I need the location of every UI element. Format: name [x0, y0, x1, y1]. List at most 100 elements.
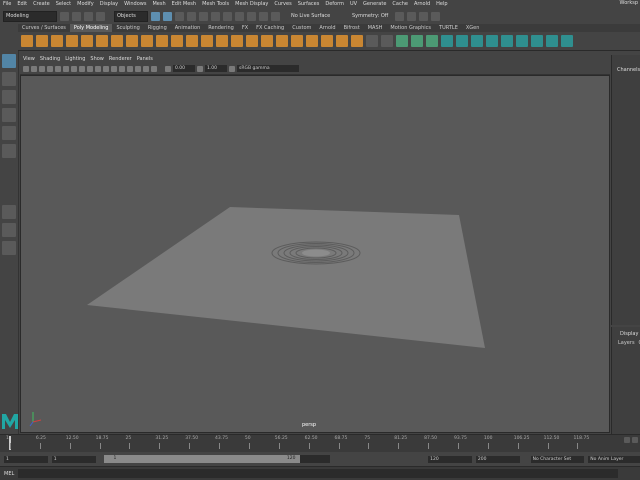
shelf-tab-custom[interactable]: Custom — [288, 24, 315, 32]
resolution-gate-icon[interactable] — [71, 65, 77, 72]
shelf-sew-uv-icon[interactable] — [501, 35, 513, 47]
shelf-mirror-icon[interactable] — [231, 35, 243, 47]
ambient-occlusion-icon[interactable] — [135, 65, 141, 72]
menu-file[interactable]: File — [3, 1, 11, 7]
shelf-normalize-icon[interactable] — [516, 35, 528, 47]
shelf-unfold-icon[interactable] — [396, 35, 408, 47]
shelf-tab-arnold[interactable]: Arnold — [315, 24, 339, 32]
shelf-quadrangulate-icon[interactable] — [381, 35, 393, 47]
select-tool-icon[interactable] — [2, 54, 16, 68]
channel-box-icon[interactable] — [431, 11, 440, 21]
shelf-plane-icon[interactable] — [96, 35, 108, 47]
grid-toggle-icon[interactable] — [55, 65, 61, 72]
shelf-tab-bifrost[interactable]: Bifrost — [340, 24, 364, 32]
shelf-tab-fx[interactable]: FX — [238, 24, 252, 32]
lasso-tool-icon[interactable] — [2, 72, 16, 86]
menu-surfaces[interactable]: Surfaces — [298, 1, 320, 7]
shelf-disc-icon[interactable] — [111, 35, 123, 47]
lights-icon[interactable] — [103, 65, 109, 72]
xray-icon[interactable] — [119, 65, 125, 72]
snap-point-icon[interactable] — [211, 11, 220, 21]
color-management-icon[interactable] — [229, 65, 235, 72]
menu-mesh-display[interactable]: Mesh Display — [235, 1, 268, 7]
shelf-uv-editor-icon[interactable] — [456, 35, 468, 47]
scale-tool-icon[interactable] — [2, 144, 16, 158]
folder-icon[interactable] — [60, 11, 69, 21]
character-set-dropdown[interactable]: No Character Set — [530, 455, 585, 463]
shelf-camera-uv-icon[interactable] — [441, 35, 453, 47]
shelf-center-pivot-icon[interactable] — [321, 35, 333, 47]
menu-windows[interactable]: Windows — [124, 1, 146, 7]
shelf-cone-icon[interactable] — [66, 35, 78, 47]
menu-display[interactable]: Display — [100, 1, 118, 7]
undo-icon[interactable] — [84, 11, 93, 21]
channels-title[interactable]: Channels — [612, 55, 640, 73]
shelf-orient-icon[interactable] — [531, 35, 543, 47]
render-icon[interactable] — [235, 11, 244, 21]
wireframe-icon[interactable] — [79, 65, 85, 72]
viewport-menu-renderer[interactable]: Renderer — [109, 56, 132, 62]
menu-mesh[interactable]: Mesh — [152, 1, 165, 7]
snap-grid-icon[interactable] — [187, 11, 196, 21]
symmetry-dropdown[interactable]: Symmetry: Off — [350, 12, 392, 21]
move-tool-icon[interactable] — [2, 108, 16, 122]
menu-arnold[interactable]: Arnold — [414, 1, 430, 7]
shelf-layout-icon[interactable] — [471, 35, 483, 47]
outliner-layout-icon[interactable] — [2, 241, 16, 255]
animation-start-field[interactable]: 1 — [4, 455, 48, 463]
shelf-unitize-icon[interactable] — [546, 35, 558, 47]
shelf-tab-mash[interactable]: MASH — [364, 24, 387, 32]
animation-end-field[interactable]: 200 — [475, 455, 520, 463]
film-gate-icon[interactable] — [63, 65, 69, 72]
go-to-start-icon[interactable] — [624, 437, 630, 443]
smooth-shade-icon[interactable] — [87, 65, 93, 72]
menu-generate[interactable]: Generate — [363, 1, 386, 7]
camera-attributes-icon[interactable] — [31, 65, 37, 72]
shelf-tab-fx-caching[interactable]: FX Caching — [252, 24, 288, 32]
shelf-target-weld-icon[interactable] — [306, 35, 318, 47]
bookmark-icon[interactable] — [39, 65, 45, 72]
menu-deform[interactable]: Deform — [325, 1, 344, 7]
menu-uv[interactable]: UV — [350, 1, 357, 7]
tool-settings-icon[interactable] — [419, 11, 428, 21]
perspective-viewport[interactable] — [20, 75, 610, 433]
mode-selector[interactable]: Modeling — [3, 10, 57, 22]
paint-select-tool-icon[interactable] — [2, 90, 16, 104]
workspace-label[interactable]: Worksp — [620, 0, 638, 6]
shelf-tab-animation[interactable]: Animation — [171, 24, 205, 32]
menu-edit-mesh[interactable]: Edit Mesh — [172, 1, 196, 7]
single-pane-layout-icon[interactable] — [2, 205, 16, 219]
depth-of-field-icon[interactable] — [151, 65, 157, 72]
shelf-extrude-icon[interactable] — [246, 35, 258, 47]
camera-select-icon[interactable] — [23, 65, 29, 72]
shelf-tab-poly-modeling[interactable]: Poly Modeling — [69, 24, 113, 32]
isolate-icon[interactable] — [127, 65, 133, 72]
shelf-cut-uv-icon[interactable] — [486, 35, 498, 47]
attribute-editor-icon[interactable] — [407, 11, 416, 21]
snap-curve-icon[interactable] — [199, 11, 208, 21]
shelf-fill-hole-icon[interactable] — [336, 35, 348, 47]
shelf-tab-motion-graphics[interactable]: Motion Graphics — [386, 24, 435, 32]
shelf-multi-cut-icon[interactable] — [291, 35, 303, 47]
antialias-icon[interactable] — [143, 65, 149, 72]
shelf-append-icon[interactable] — [351, 35, 363, 47]
shelf-boolean-icon[interactable] — [216, 35, 228, 47]
shadows-icon[interactable] — [111, 65, 117, 72]
menu-select[interactable]: Select — [56, 1, 71, 7]
modeling-toolkit-icon[interactable] — [395, 11, 404, 21]
range-slider-handle[interactable]: 1 120 — [103, 455, 300, 463]
time-slider[interactable]: 1 6.25 12.50 18.75 25 31.25 37.50 43.75 50 56.25 6… — [0, 434, 640, 452]
shelf-bevel-icon[interactable] — [276, 35, 288, 47]
gamma-field[interactable]: 1.00 — [205, 65, 227, 72]
textured-icon[interactable] — [95, 65, 101, 72]
shelf-svg-icon[interactable] — [156, 35, 168, 47]
play-forward-icon[interactable] — [632, 437, 638, 443]
viewport-menu-shading[interactable]: Shading — [40, 56, 60, 62]
select-component-icon[interactable] — [175, 11, 184, 21]
menu-edit[interactable]: Edit — [17, 1, 27, 7]
select-hierarchy-icon[interactable] — [151, 11, 160, 21]
shelf-separate-icon[interactable] — [186, 35, 198, 47]
shelf-combine-icon[interactable] — [171, 35, 183, 47]
disc-center[interactable] — [302, 249, 330, 257]
shelf-bridge-icon[interactable] — [261, 35, 273, 47]
